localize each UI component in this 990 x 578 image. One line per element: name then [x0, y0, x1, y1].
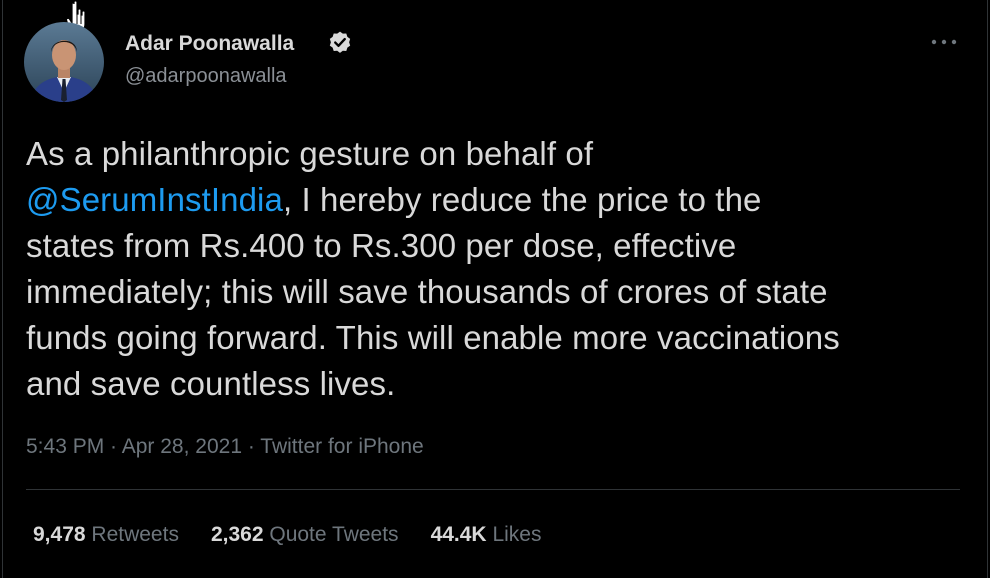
meta-separator: ·	[242, 435, 261, 458]
tweet-line: As a philanthropic gesture on behalf of	[26, 135, 594, 172]
tweet-stats: 9,478 Retweets 2,362 Quote Tweets 44.4K …	[33, 520, 573, 550]
quote-tweets-stat[interactable]: 2,362 Quote Tweets	[211, 520, 399, 550]
tweet-line: @SerumInstIndia, I hereby reduce the pri…	[26, 177, 966, 223]
author-handle[interactable]: @adarpoonawalla	[125, 64, 287, 88]
left-border	[2, 0, 3, 578]
likes-stat[interactable]: 44.4K Likes	[431, 520, 542, 550]
tweet-date[interactable]: Apr 28, 2021	[122, 435, 242, 458]
likes-count: 44.4K	[430, 523, 487, 546]
retweets-count: 9,478	[33, 523, 86, 546]
more-options-button[interactable]	[926, 28, 962, 56]
mention-link[interactable]: @SerumInstIndia	[26, 181, 283, 218]
tweet-line: and save countless lives.	[26, 365, 396, 402]
verified-badge-icon	[329, 31, 351, 53]
more-dots-icon	[931, 39, 957, 45]
tweet-card: Adar Poonawalla @adarpoonawalla As a phi…	[0, 0, 990, 578]
retweets-label: Retweets	[91, 523, 179, 546]
right-border	[987, 0, 988, 578]
retweets-stat[interactable]: 9,478 Retweets	[33, 520, 179, 550]
tweet-line: immediately; this will save thousands of…	[26, 273, 828, 310]
divider	[26, 489, 960, 490]
tweet-line-text: , I hereby reduce the price to the	[282, 181, 762, 218]
tweet-source[interactable]: Twitter for iPhone	[260, 435, 423, 458]
tweet-line: funds going forward. This will enable mo…	[26, 319, 840, 356]
tweet-line: states from Rs.400 to Rs.300 per dose, e…	[26, 227, 737, 264]
avatar-image	[24, 22, 104, 102]
likes-label: Likes	[492, 523, 542, 546]
tweet-text: As a philanthropic gesture on behalf of …	[26, 131, 966, 407]
author-name[interactable]: Adar Poonawalla	[125, 31, 294, 57]
tweet-metadata: 5:43 PM · Apr 28, 2021 · Twitter for iPh…	[26, 433, 424, 461]
avatar[interactable]	[24, 22, 104, 102]
meta-separator: ·	[104, 435, 122, 458]
quote-tweets-count: 2,362	[210, 523, 264, 546]
tweet-time[interactable]: 5:43 PM	[26, 435, 104, 458]
quote-tweets-label: Quote Tweets	[269, 523, 399, 546]
